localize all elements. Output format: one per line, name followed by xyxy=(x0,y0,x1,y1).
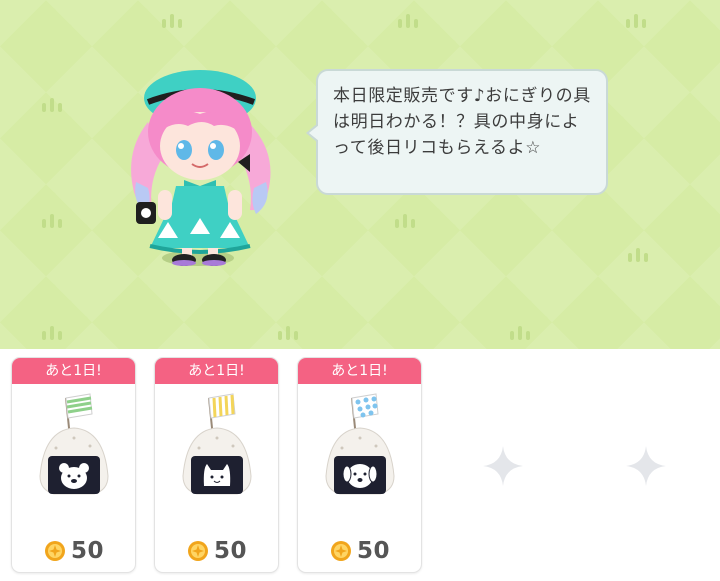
shop-item-card[interactable]: あと1日! 50 xyxy=(154,357,279,573)
grass-decoration xyxy=(42,214,64,228)
grass-decoration xyxy=(278,326,300,340)
coin-icon xyxy=(331,541,351,561)
shop-item-card[interactable]: あと1日! 50 xyxy=(297,357,422,573)
grass-decoration xyxy=(42,326,64,340)
grass-decoration xyxy=(42,98,64,112)
time-left-badge: あと1日! xyxy=(12,358,135,384)
coin-icon xyxy=(45,541,65,561)
sparkle-icon xyxy=(626,446,666,486)
npc-avatar[interactable] xyxy=(118,62,288,282)
price-value: 50 xyxy=(214,538,248,564)
shop-scene: 本日限定販売です♪おにぎりの具は明日わかる！？具の中身によって後日リコもらえるよ… xyxy=(0,0,720,349)
item-price: 50 xyxy=(187,536,247,566)
price-value: 50 xyxy=(357,538,391,564)
onigiri-dog-icon xyxy=(325,393,395,495)
coin-icon xyxy=(188,541,208,561)
sparkle-icon xyxy=(483,446,523,486)
price-value: 50 xyxy=(71,538,105,564)
grass-decoration xyxy=(162,14,184,28)
npc-message: 本日限定販売です♪おにぎりの具は明日わかる！？具の中身によって後日リコもらえるよ… xyxy=(333,86,591,158)
grass-decoration xyxy=(626,14,648,28)
grass-decoration xyxy=(628,248,650,262)
grass-decoration xyxy=(398,14,420,28)
item-price: 50 xyxy=(44,536,104,566)
grass-decoration xyxy=(395,214,417,228)
onigiri-cat-icon xyxy=(182,393,252,495)
npc-speech-bubble: 本日限定販売です♪おにぎりの具は明日わかる！？具の中身によって後日リコもらえるよ… xyxy=(306,69,608,195)
shop-item-card[interactable]: あと1日! 50 xyxy=(11,357,136,573)
item-price: 50 xyxy=(330,536,390,566)
time-left-badge: あと1日! xyxy=(298,358,421,384)
onigiri-bear-icon xyxy=(39,393,109,495)
grass-decoration xyxy=(510,326,532,340)
time-left-badge: あと1日! xyxy=(155,358,278,384)
